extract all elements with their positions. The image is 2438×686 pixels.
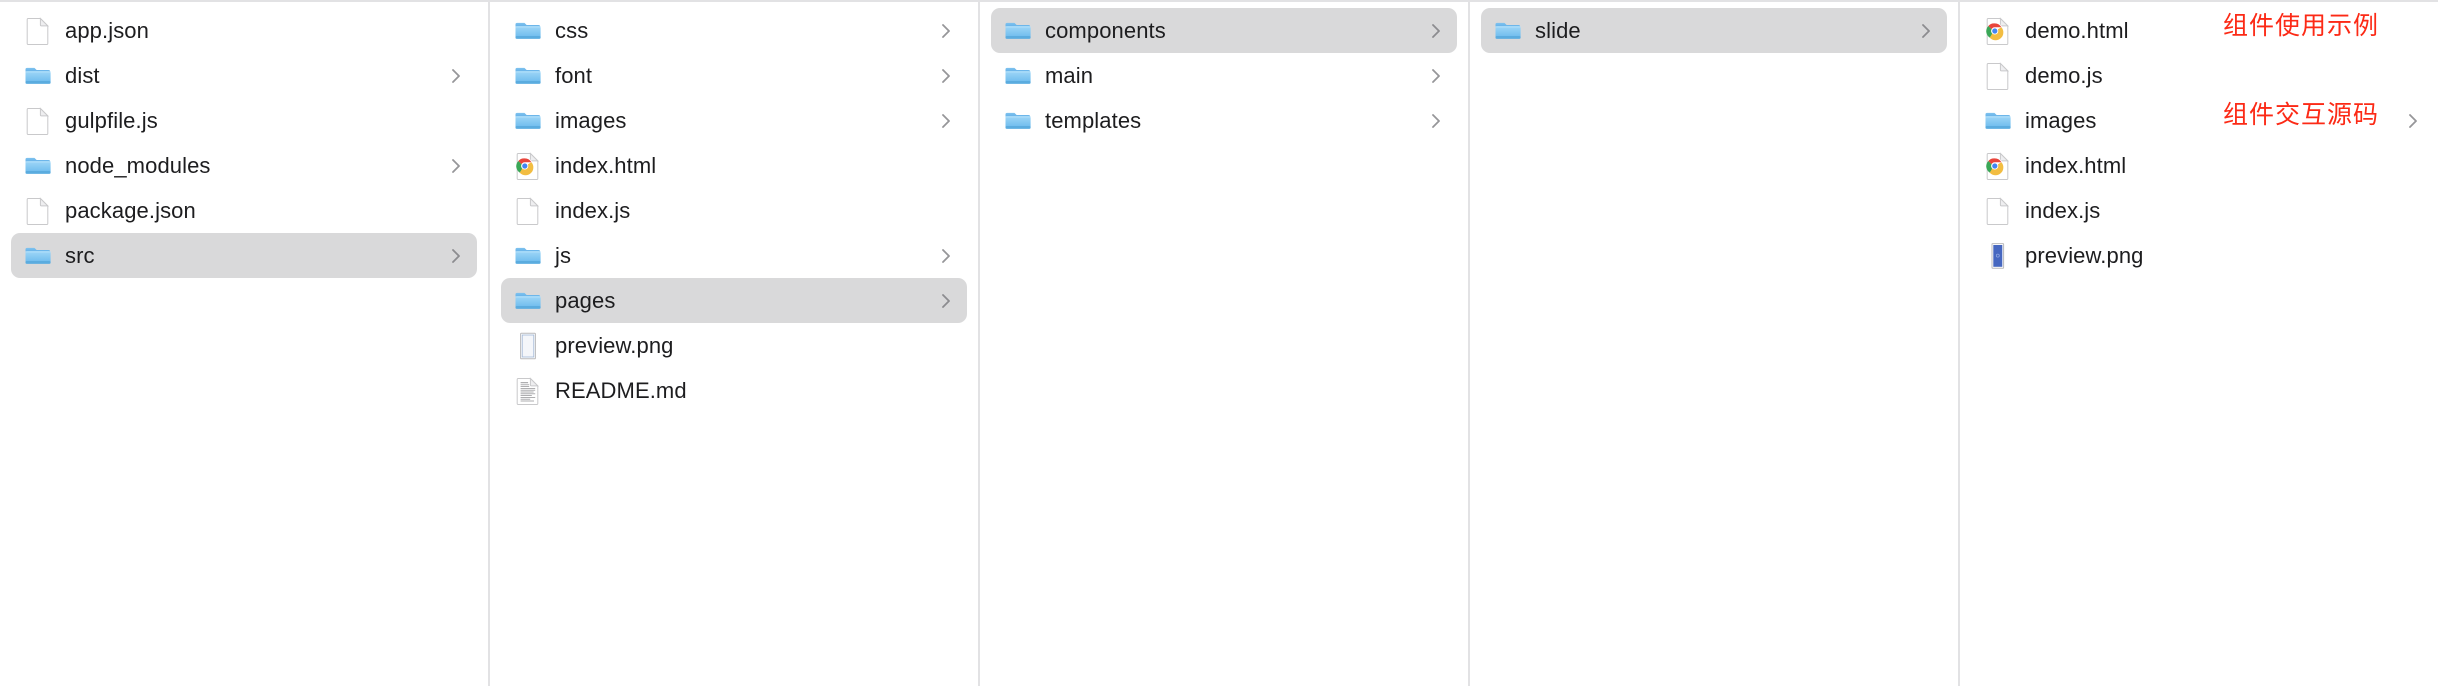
- file-row[interactable]: package.json: [11, 188, 477, 233]
- chevron-right-icon[interactable]: [1429, 66, 1443, 86]
- folder-icon: [1004, 105, 1032, 137]
- chevron-right-icon[interactable]: [449, 66, 463, 86]
- folder-icon: [514, 60, 542, 92]
- file-row[interactable]: node_modules: [11, 143, 477, 188]
- chevron-right-icon[interactable]: [939, 246, 953, 266]
- file-row[interactable]: index.html: [1971, 143, 2434, 188]
- column-5: demo.html demo.js images index.html inde…: [1960, 2, 2438, 686]
- file-name-label: app.json: [65, 17, 149, 43]
- file-name-label: images: [555, 107, 627, 133]
- file-name-label: css: [555, 17, 589, 43]
- file-row[interactable]: preview.png: [501, 323, 967, 368]
- file-name-label: font: [555, 62, 593, 88]
- file-name-label: main: [1045, 62, 1094, 88]
- blue-thumbnail-icon: [1984, 240, 2012, 272]
- file-row[interactable]: index.html: [501, 143, 967, 188]
- chevron-right-icon[interactable]: [939, 291, 953, 311]
- chevron-right-icon[interactable]: [449, 246, 463, 266]
- column-3: components main templates: [980, 2, 1470, 686]
- file-name-label: images: [2025, 107, 2097, 133]
- file-name-label: slide: [1535, 17, 1581, 43]
- file-name-label: demo.js: [2025, 62, 2103, 88]
- chrome-html-icon: [1984, 150, 2012, 182]
- chevron-right-icon[interactable]: [2406, 111, 2420, 131]
- blank-document-icon: [1984, 60, 2012, 92]
- annotation-demo-html: 组件使用示例: [2223, 11, 2380, 40]
- file-row[interactable]: preview.png: [1971, 233, 2434, 278]
- file-name-label: js: [555, 242, 572, 268]
- file-row[interactable]: pages: [501, 278, 967, 323]
- blank-document-icon: [514, 195, 542, 227]
- column-2: css font images index.html index.js js p…: [490, 2, 980, 686]
- file-name-label: index.js: [2025, 197, 2101, 223]
- file-name-label: templates: [1045, 107, 1142, 133]
- folder-icon: [1984, 105, 2012, 137]
- file-name-label: index.html: [2025, 152, 2127, 178]
- text-document-icon: [514, 375, 542, 407]
- blank-document-icon: [24, 15, 52, 47]
- file-row[interactable]: demo.js: [1971, 53, 2434, 98]
- file-name-label: preview.png: [2025, 242, 2144, 268]
- file-row[interactable]: components: [991, 8, 1457, 53]
- folder-icon: [514, 15, 542, 47]
- chevron-right-icon[interactable]: [1429, 21, 1443, 41]
- file-name-label: src: [65, 242, 95, 268]
- chrome-html-icon: [1984, 15, 2012, 47]
- column-4: slide: [1470, 2, 1960, 686]
- file-row[interactable]: gulpfile.js: [11, 98, 477, 143]
- folder-icon: [24, 240, 52, 272]
- file-name-label: node_modules: [65, 152, 211, 178]
- file-name-label: index.js: [555, 197, 631, 223]
- file-name-label: README.md: [555, 377, 687, 403]
- annotation-index-html: 组件交互源码: [2223, 100, 2380, 129]
- file-row[interactable]: slide: [1481, 8, 1947, 53]
- folder-icon: [1494, 15, 1522, 47]
- folder-icon: [1004, 15, 1032, 47]
- chevron-right-icon[interactable]: [939, 111, 953, 131]
- file-name-label: preview.png: [555, 332, 674, 358]
- file-name-label: demo.html: [2025, 17, 2129, 43]
- folder-icon: [1004, 60, 1032, 92]
- folder-icon: [514, 285, 542, 317]
- file-row[interactable]: main: [991, 53, 1457, 98]
- chevron-right-icon[interactable]: [1429, 111, 1443, 131]
- file-name-label: package.json: [65, 197, 196, 223]
- chevron-right-icon[interactable]: [939, 66, 953, 86]
- file-row[interactable]: src: [11, 233, 477, 278]
- folder-icon: [514, 105, 542, 137]
- file-row[interactable]: README.md: [501, 368, 967, 413]
- file-name-label: dist: [65, 62, 100, 88]
- folder-icon: [24, 60, 52, 92]
- column-1: app.json dist gulpfile.js node_modules p…: [0, 2, 490, 686]
- image-preview-icon: [514, 330, 542, 362]
- file-row[interactable]: dist: [11, 53, 477, 98]
- finder-column-view: app.json dist gulpfile.js node_modules p…: [0, 0, 2438, 686]
- folder-icon: [24, 150, 52, 182]
- blank-document-icon: [24, 105, 52, 137]
- file-name-label: components: [1045, 17, 1166, 43]
- blank-document-icon: [24, 195, 52, 227]
- file-row[interactable]: css: [501, 8, 967, 53]
- file-row[interactable]: font: [501, 53, 967, 98]
- file-row[interactable]: images: [501, 98, 967, 143]
- file-row[interactable]: app.json: [11, 8, 477, 53]
- chevron-right-icon[interactable]: [1919, 21, 1933, 41]
- file-row[interactable]: index.js: [501, 188, 967, 233]
- file-name-label: index.html: [555, 152, 657, 178]
- blank-document-icon: [1984, 195, 2012, 227]
- folder-icon: [514, 240, 542, 272]
- chevron-right-icon[interactable]: [939, 21, 953, 41]
- file-row[interactable]: js: [501, 233, 967, 278]
- file-row[interactable]: index.js: [1971, 188, 2434, 233]
- file-name-label: gulpfile.js: [65, 107, 158, 133]
- chevron-right-icon[interactable]: [449, 156, 463, 176]
- file-name-label: pages: [555, 287, 616, 313]
- file-row[interactable]: templates: [991, 98, 1457, 143]
- chrome-html-icon: [514, 150, 542, 182]
